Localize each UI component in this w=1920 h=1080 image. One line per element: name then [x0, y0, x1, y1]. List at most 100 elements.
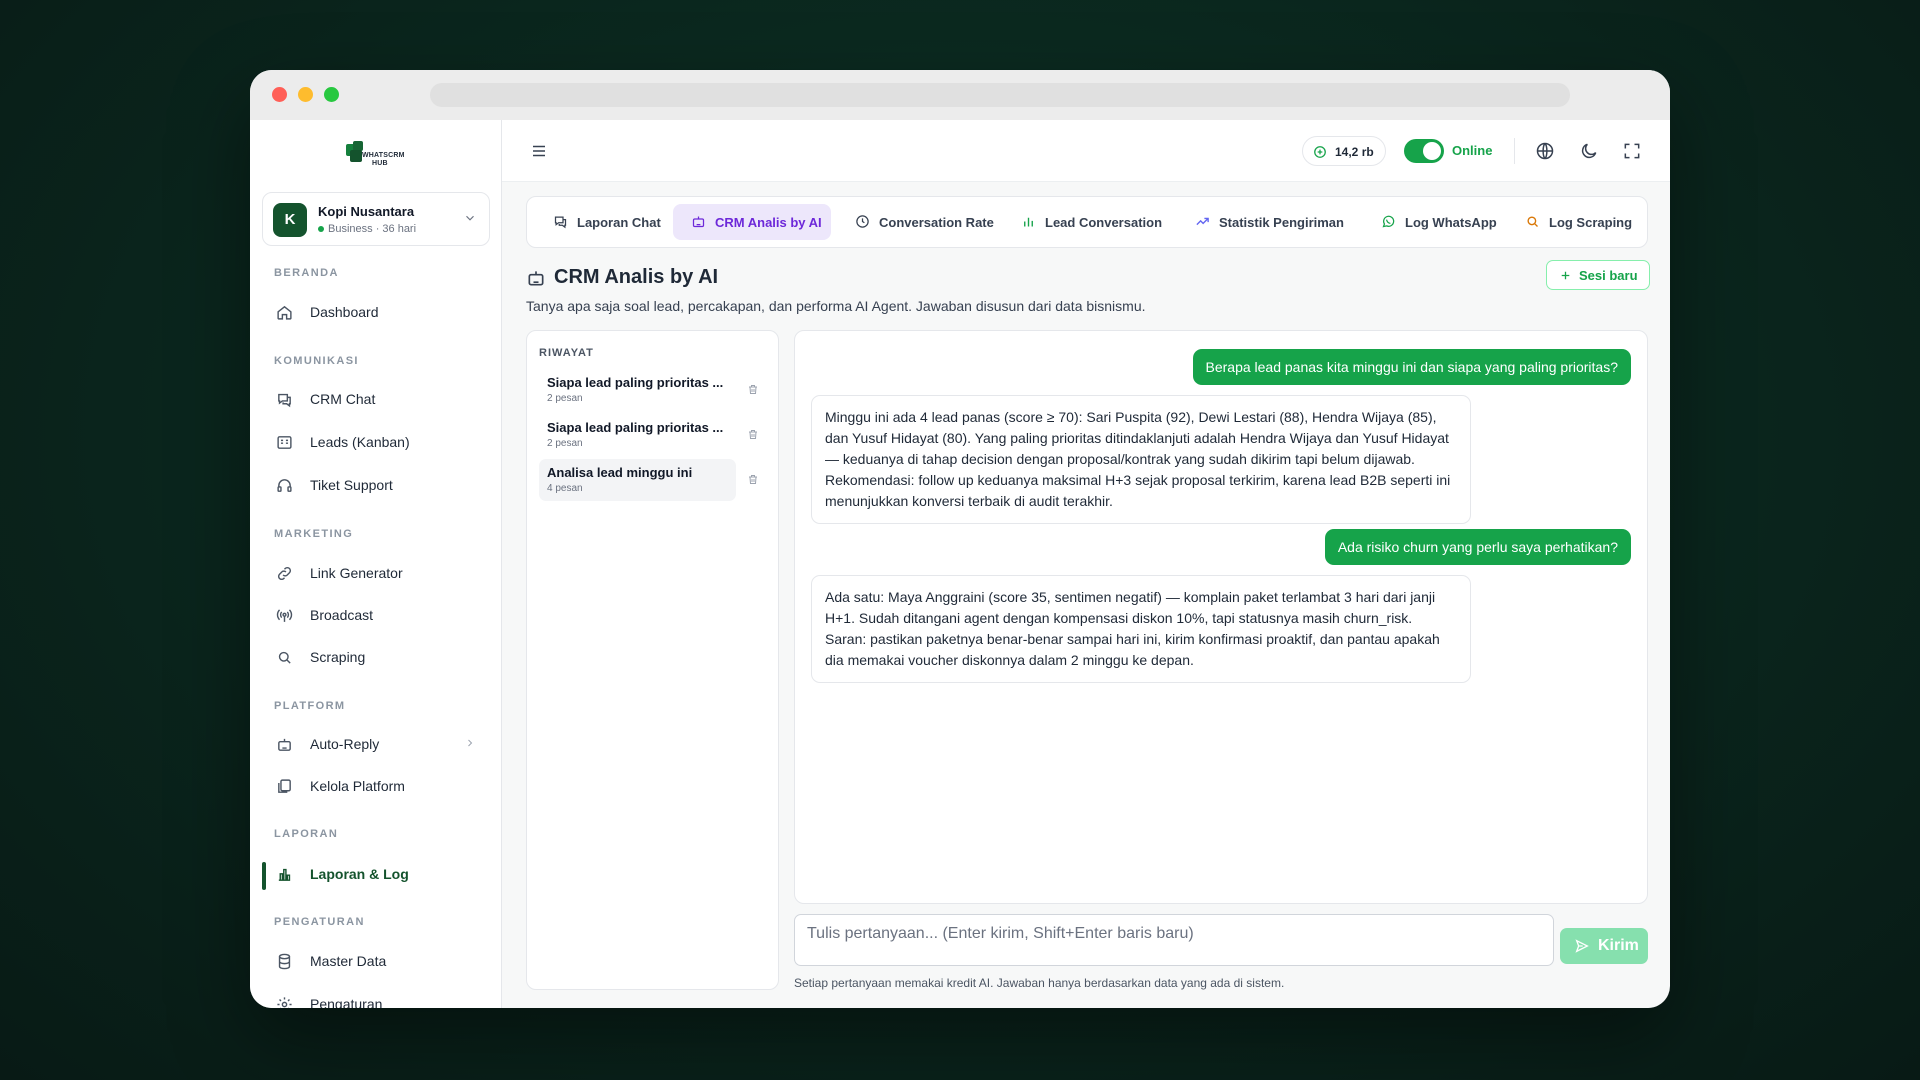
workspace-avatar: K — [273, 203, 307, 237]
sidebar-item-label: Tiket Support — [310, 477, 393, 493]
sidebar-item-link-generator[interactable]: Link Generator — [262, 555, 490, 591]
sidebar-item-pengaturan[interactable]: Pengaturan — [262, 986, 490, 1008]
close-window-button[interactable] — [272, 87, 287, 102]
section-pengaturan: PENGATURAN — [274, 916, 365, 928]
moon-icon[interactable] — [1579, 141, 1599, 161]
user-message: Ada risiko churn yang perlu saya perhati… — [1324, 529, 1631, 565]
history-item-title: Siapa lead paling prioritas ... — [547, 375, 724, 390]
address-bar[interactable] — [430, 83, 1570, 107]
sidebar-item-label: Scraping — [310, 649, 366, 665]
chevron-right-icon — [464, 737, 476, 749]
sidebar-item-label: Broadcast — [310, 607, 374, 623]
app-window: WHATSCRM HUB K Kopi Nusantara Business ·… — [250, 70, 1670, 1008]
title-bar — [250, 70, 1670, 120]
tab-log-scraping[interactable]: Log Scraping — [1507, 204, 1641, 240]
credit-balance[interactable]: 14,2 rb — [1302, 136, 1386, 166]
history-item[interactable]: Siapa lead paling prioritas ... 2 pesan — [539, 369, 736, 411]
trash-icon[interactable] — [747, 383, 759, 396]
user-message: Berapa lead panas kita minggu ini dan si… — [1192, 349, 1631, 385]
new-session-button[interactable]: Sesi baru — [1546, 260, 1650, 290]
menu-icon[interactable] — [530, 142, 548, 160]
search-icon — [1525, 214, 1540, 229]
chat-panel: Berapa lead panas kita minggu ini dan si… — [794, 330, 1648, 904]
tab-lead-conversation[interactable]: Lead Conversation — [1003, 204, 1171, 240]
section-platform: PLATFORM — [274, 700, 346, 712]
app-logo[interactable]: WHATSCRM HUB — [344, 140, 414, 176]
bot-icon — [691, 214, 706, 229]
history-panel: RIWAYAT Siapa lead paling prioritas ... … — [526, 330, 779, 990]
send-button[interactable]: Kirim — [1560, 928, 1648, 964]
sidebar-item-kelola-platform[interactable]: Kelola Platform — [262, 768, 490, 804]
send-label: Kirim — [1598, 937, 1639, 954]
online-toggle[interactable] — [1404, 139, 1444, 163]
sidebar-item-dashboard[interactable]: Dashboard — [262, 294, 490, 330]
sidebar-item-label: Master Data — [310, 953, 387, 969]
sidebar-item-master-data[interactable]: Master Data — [262, 943, 490, 979]
question-input[interactable]: Tulis pertanyaan... (Enter kirim, Shift+… — [794, 914, 1554, 966]
report-tabs: Laporan Chat CRM Analis by AI Conversati… — [526, 196, 1648, 248]
history-item-count: 2 pesan — [547, 393, 583, 404]
sidebar-item-label: Laporan & Log — [310, 866, 409, 882]
sidebar-item-broadcast[interactable]: Broadcast — [262, 597, 490, 633]
sidebar-item-label: Kelola Platform — [310, 778, 405, 794]
sidebar-item-auto-reply[interactable]: Auto-Reply — [262, 726, 490, 762]
maximize-window-button[interactable] — [324, 87, 339, 102]
divider — [1514, 138, 1515, 164]
top-bar: 14,2 rb Online — [502, 120, 1670, 182]
section-komunikasi: KOMUNIKASI — [274, 355, 359, 367]
tab-label: Log Scraping — [1549, 215, 1633, 230]
sidebar-item-label: Leads (Kanban) — [310, 434, 410, 450]
workspace-switcher[interactable]: K Kopi Nusantara Business · 36 hari — [262, 192, 490, 246]
globe-icon[interactable] — [1535, 141, 1555, 161]
ai-message: Ada satu: Maya Anggraini (score 35, sent… — [811, 575, 1471, 683]
sidebar-item-label: Pengaturan — [310, 996, 383, 1008]
tab-label: Statistik Pengiriman — [1219, 215, 1344, 230]
plus-icon — [1559, 269, 1572, 282]
history-heading: RIWAYAT — [539, 347, 594, 359]
home-icon — [276, 304, 293, 321]
sidebar-item-crm-chat[interactable]: CRM Chat — [262, 381, 490, 417]
history-item-title: Analisa lead minggu ini — [547, 465, 693, 480]
tab-label: Laporan Chat — [577, 215, 661, 230]
bot-icon — [526, 268, 546, 288]
history-item-count: 2 pesan — [547, 438, 583, 449]
tab-conversation-rate[interactable]: Conversation Rate — [837, 204, 997, 240]
chat-icon — [276, 391, 293, 408]
history-item-active[interactable]: Analisa lead minggu ini 4 pesan — [539, 459, 736, 501]
fullscreen-icon[interactable] — [1622, 141, 1642, 161]
trash-icon[interactable] — [747, 473, 759, 486]
sidebar-item-label: CRM Chat — [310, 391, 376, 407]
toggle-knob — [1423, 142, 1441, 160]
online-status: Online — [1452, 143, 1493, 158]
trash-icon[interactable] — [747, 428, 759, 441]
sidebar-item-laporan-log[interactable]: Laporan & Log — [262, 856, 490, 892]
tab-laporan-chat[interactable]: Laporan Chat — [535, 204, 667, 240]
broadcast-icon — [276, 607, 293, 624]
tab-label: CRM Analis by AI — [715, 215, 822, 230]
history-item[interactable]: Siapa lead paling prioritas ... 2 pesan — [539, 414, 736, 456]
sidebar-item-leads[interactable]: Leads (Kanban) — [262, 424, 490, 460]
link-icon — [276, 565, 293, 582]
trend-icon — [1195, 214, 1210, 229]
status-dot — [318, 226, 324, 233]
history-item-title: Siapa lead paling prioritas ... — [547, 420, 724, 435]
page-title-text: CRM Analis by AI — [554, 266, 719, 288]
platform-icon — [276, 778, 293, 795]
headset-icon — [276, 477, 293, 494]
minimize-window-button[interactable] — [298, 87, 313, 102]
workspace-plan-text: Business · 36 hari — [328, 223, 417, 235]
tab-label: Lead Conversation — [1045, 215, 1163, 230]
workspace-name: Kopi Nusantara — [318, 204, 415, 219]
tab-label: Conversation Rate — [879, 215, 994, 230]
sidebar-item-scraping[interactable]: Scraping — [262, 639, 490, 675]
bar-chart-icon — [1021, 214, 1036, 229]
tab-crm-analis[interactable]: CRM Analis by AI — [673, 204, 831, 240]
whatsapp-icon — [1381, 214, 1396, 229]
tab-log-whatsapp[interactable]: Log WhatsApp — [1363, 204, 1501, 240]
kanban-icon — [276, 434, 293, 451]
chat-icon — [553, 214, 568, 229]
ai-message: Minggu ini ada 4 lead panas (score ≥ 70)… — [811, 395, 1471, 524]
tab-statistik-pengiriman[interactable]: Statistik Pengiriman — [1177, 204, 1357, 240]
sidebar-item-tiket-support[interactable]: Tiket Support — [262, 467, 490, 503]
sidebar-item-label: Dashboard — [310, 304, 379, 320]
